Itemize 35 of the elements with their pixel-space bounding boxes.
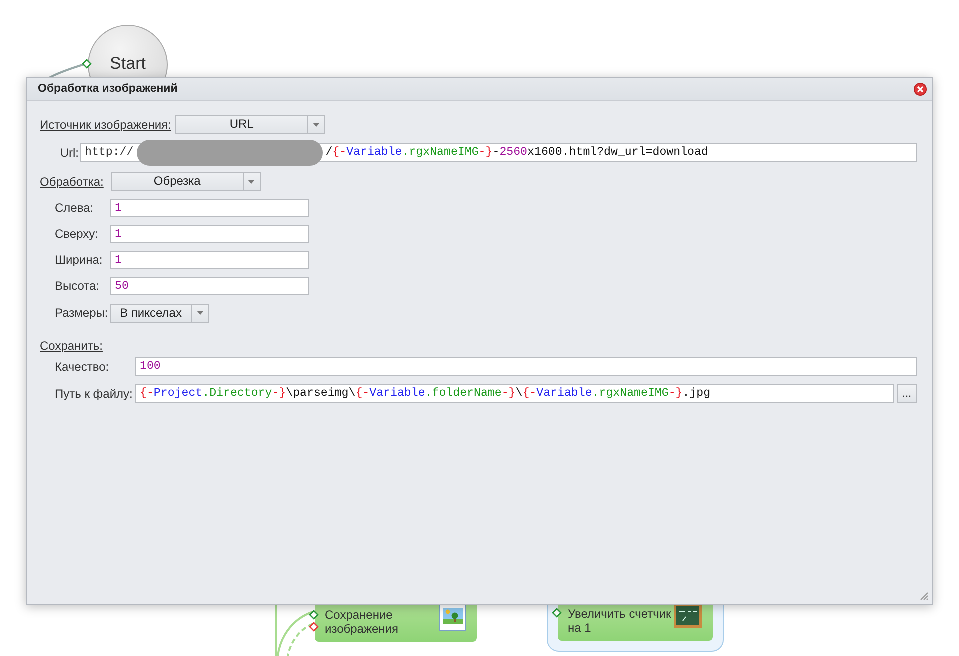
picture-icon xyxy=(439,604,467,632)
field-label: Размеры: xyxy=(55,306,110,320)
port-icon xyxy=(82,59,92,69)
node-label: Увеличить счетчик на 1 xyxy=(568,607,672,635)
browse-button[interactable]: ... xyxy=(897,384,917,403)
processing-dropdown[interactable]: Обрезка xyxy=(110,172,261,191)
field-label: Путь к файлу: xyxy=(55,386,134,400)
quality-field[interactable]: 100 xyxy=(135,357,917,376)
close-icon[interactable] xyxy=(914,82,927,96)
port-icon xyxy=(552,608,562,618)
input-field[interactable]: 1 xyxy=(110,199,309,217)
source-dropdown[interactable]: URL xyxy=(175,115,326,134)
caret-icon xyxy=(196,311,204,315)
image-source-link[interactable]: Источник изображения: xyxy=(40,118,172,132)
node-label: Сохранение изображения xyxy=(325,608,398,636)
field-label: Слева: xyxy=(55,201,95,215)
input-field[interactable]: 1 xyxy=(110,251,309,269)
field-label: Url: xyxy=(59,146,80,160)
port-icon xyxy=(309,610,319,620)
save-link[interactable]: Сохранить: xyxy=(40,339,103,353)
input-field[interactable]: 1 xyxy=(110,225,309,243)
caret-icon xyxy=(248,180,256,184)
field-label: Сверху: xyxy=(55,227,100,241)
resize-grip-icon[interactable] xyxy=(919,591,929,601)
field-label: Качество: xyxy=(55,360,110,374)
units-dropdown[interactable]: В пикселах xyxy=(110,304,209,322)
file-path-field[interactable]: {-Project.Directory-}\parseimg\{-Variable.folderName-}\{-Variable.rgxNameIMG-}.jpg xyxy=(135,384,894,403)
connector-line xyxy=(287,623,314,656)
caret-icon xyxy=(312,122,320,126)
field-label: Высота: xyxy=(55,279,101,293)
field-label: Ширина: xyxy=(55,253,104,267)
error-port-icon xyxy=(309,622,319,632)
chalkboard-icon xyxy=(673,603,703,631)
processing-link[interactable]: Обработка: xyxy=(40,174,104,188)
input-field[interactable]: 50 xyxy=(110,277,309,295)
